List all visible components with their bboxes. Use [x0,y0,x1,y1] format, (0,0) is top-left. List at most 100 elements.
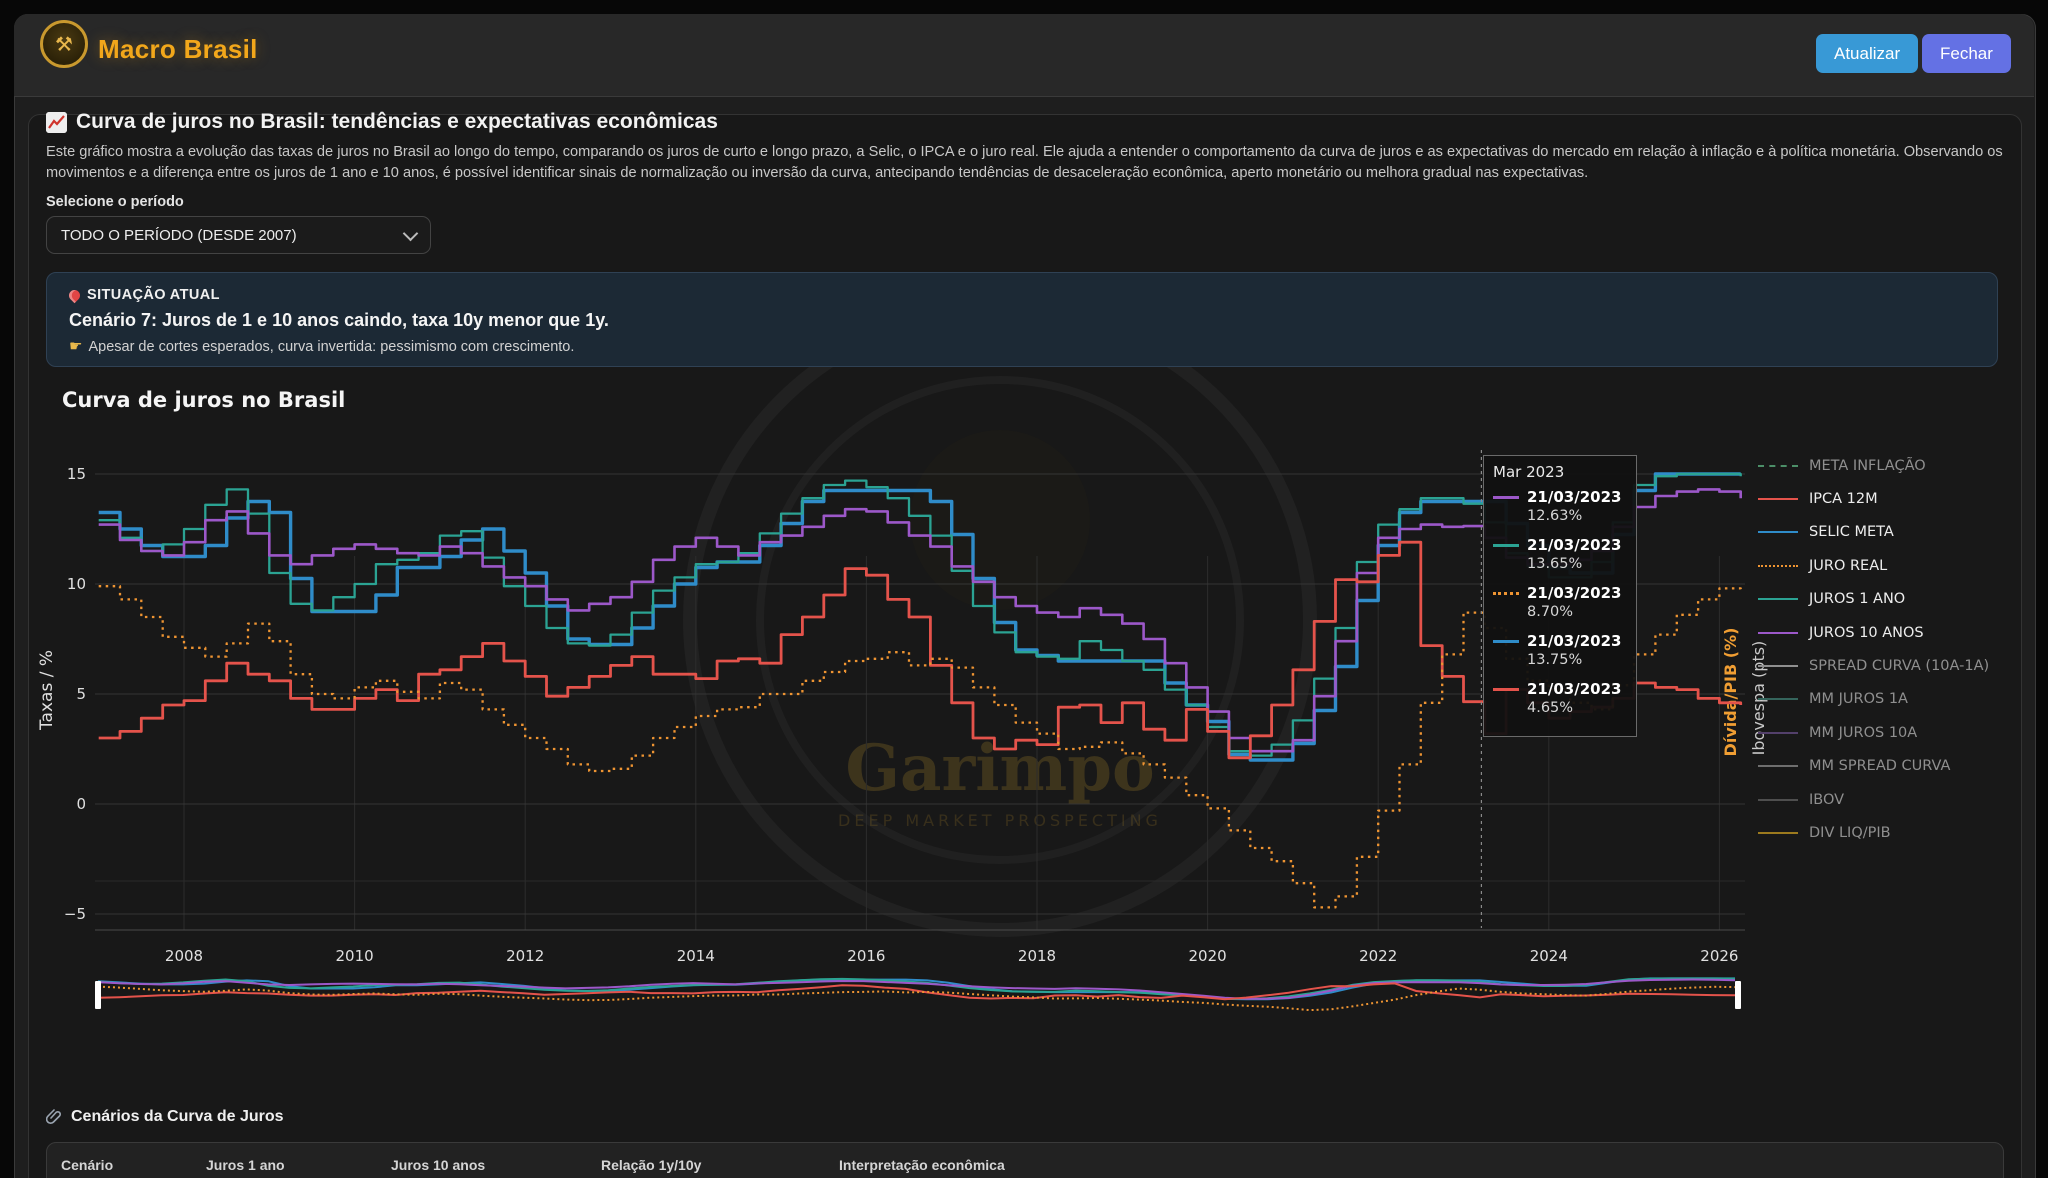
legend-label: JUROS 10 ANOS [1809,625,1924,641]
legend-label: IPCA 12M [1809,491,1878,507]
yield-curve-chart[interactable]: 151050−520082010201220142016201820202022… [0,340,2048,1040]
legend-swatch [1758,765,1798,767]
legend-label: SPREAD CURVA (10A-1A) [1809,658,1989,674]
legend-label: MM JUROS 1A [1809,691,1908,707]
svg-text:2016: 2016 [847,947,885,965]
period-select[interactable]: TODO O PERÍODO (DESDE 2007) [46,216,431,254]
tooltip-date: 21/03/2023 [1527,679,1621,699]
paperclip-icon [46,1109,63,1126]
tooltip-swatch [1493,496,1519,526]
chart-tooltip: Mar 2023 21/03/202312.63%21/03/202313.65… [1483,455,1637,737]
legend-swatch [1758,698,1798,700]
pin-icon [67,287,83,303]
svg-text:2010: 2010 [336,947,374,965]
tooltip-value: 12.63% [1527,507,1621,526]
page-title: Curva de juros no Brasil: tendências e e… [46,110,718,134]
page-description: Este gráfico mostra a evolução das taxas… [46,142,2006,184]
scenarios-heading: Cenários da Curva de Juros [46,1108,284,1126]
svg-text:Taxas / %: Taxas / % [37,650,57,731]
svg-text:2024: 2024 [1530,947,1568,965]
scenarios-table: Cenário Juros 1 ano Juros 10 anos Relação 1… [46,1142,2004,1178]
svg-text:−5: −5 [64,905,86,923]
range-selector-chart[interactable] [95,975,1741,1015]
close-button[interactable]: Fechar [1922,34,2011,73]
legend-swatch [1758,598,1798,600]
legend-item-ipca-12m[interactable]: IPCA 12M [1758,482,2038,515]
period-select-label: Selecione o período [46,194,184,210]
chevron-down-icon [403,225,419,241]
legend-item-juros-10-anos[interactable]: JUROS 10 ANOS [1758,616,2038,649]
legend-label: JUROS 1 ANO [1809,591,1905,607]
legend-swatch [1758,531,1798,533]
tooltip-value: 13.65% [1527,555,1621,574]
refresh-button[interactable]: Atualizar [1816,34,1918,73]
legend-item-meta-infla-o[interactable]: META INFLAÇÃO [1758,449,2038,482]
tooltip-value: 8.70% [1527,603,1621,622]
scenario-col-3: Juros 10 anos [391,1157,485,1173]
tooltip-row-juros-10-anos: 21/03/202312.63% [1493,487,1627,526]
legend-swatch [1758,732,1798,734]
tooltip-row-ipca-12m: 21/03/20234.65% [1493,679,1627,718]
legend-swatch [1758,665,1798,667]
legend-item-ibov[interactable]: IBOV [1758,783,2038,816]
svg-text:Dívida/PIB (%): Dívida/PIB (%) [1721,628,1740,757]
line-chart-icon [46,112,67,133]
legend-item-selic-meta[interactable]: SELIC META [1758,516,2038,549]
garimpo-badge-icon: ⚒ [40,20,88,68]
tooltip-date: 21/03/2023 [1527,583,1621,603]
legend-swatch [1758,498,1798,500]
tooltip-value: 4.65% [1527,699,1621,718]
legend-item-mm-juros-10a[interactable]: MM JUROS 10A [1758,716,2038,749]
legend-label: META INFLAÇÃO [1809,458,1926,474]
legend-item-spread-curva-10a-1a-[interactable]: SPREAD CURVA (10A-1A) [1758,649,2038,682]
legend-item-mm-spread-curva[interactable]: MM SPREAD CURVA [1758,750,2038,783]
macro-brasil-app: ⚒ Macro Brasil Atualizar Fechar Garimpo … [0,0,2048,1178]
legend-label: SELIC META [1809,524,1894,540]
legend-label: IBOV [1809,792,1844,808]
legend-item-juros-1-ano[interactable]: JUROS 1 ANO [1758,583,2038,616]
range-handle-right[interactable] [1735,981,1741,1009]
tooltip-date: 21/03/2023 [1527,535,1621,555]
tooltip-row-selic-meta: 21/03/202313.75% [1493,631,1627,670]
svg-text:2018: 2018 [1018,947,1056,965]
titlebar [14,14,2034,97]
status-scenario: Cenário 7: Juros de 1 e 10 anos caindo, … [69,310,1975,331]
svg-text:2020: 2020 [1189,947,1227,965]
svg-text:2012: 2012 [506,947,544,965]
scenario-col-5: Interpretação econômica [839,1157,1005,1173]
svg-text:2008: 2008 [165,947,203,965]
tooltip-value: 13.75% [1527,651,1621,670]
legend-swatch [1758,465,1798,467]
legend-label: DIV LIQ/PIB [1809,825,1891,841]
tooltip-title: Mar 2023 [1493,463,1627,481]
legend-item-juro-real[interactable]: JURO REAL [1758,549,2038,582]
legend-label: MM SPREAD CURVA [1809,758,1950,774]
tooltip-date: 21/03/2023 [1527,631,1621,651]
legend-label: MM JUROS 10A [1809,725,1917,741]
tooltip-swatch [1493,544,1519,574]
svg-text:15: 15 [67,465,86,483]
range-handle-left[interactable] [95,981,101,1009]
tooltip-row-juro-real: 21/03/20238.70% [1493,583,1627,622]
legend-swatch [1758,565,1798,567]
legend-item-mm-juros-1a[interactable]: MM JUROS 1A [1758,683,2038,716]
status-heading: SITUAÇÃO ATUAL [69,287,1975,303]
scenario-col-4: Relação 1y/10y [601,1157,701,1173]
scenario-col-2: Juros 1 ano [206,1157,285,1173]
legend-item-div-liq-pib[interactable]: DIV LIQ/PIB [1758,816,2038,849]
chart-legend: META INFLAÇÃO IPCA 12M SELIC META JURO REAL… [1758,449,2038,850]
page-title-text: Curva de juros no Brasil: tendências e e… [76,110,718,134]
scenario-col-1: Cenário [61,1157,113,1173]
legend-swatch [1758,632,1798,634]
svg-text:2026: 2026 [1700,947,1738,965]
svg-text:2014: 2014 [677,947,715,965]
legend-swatch [1758,799,1798,801]
period-select-value: TODO O PERÍODO (DESDE 2007) [61,227,297,244]
tooltip-swatch [1493,592,1519,622]
svg-text:10: 10 [67,575,86,593]
svg-text:5: 5 [76,685,86,703]
svg-text:2022: 2022 [1359,947,1397,965]
legend-swatch [1758,832,1798,834]
tooltip-date: 21/03/2023 [1527,487,1621,507]
legend-label: JURO REAL [1809,558,1887,574]
